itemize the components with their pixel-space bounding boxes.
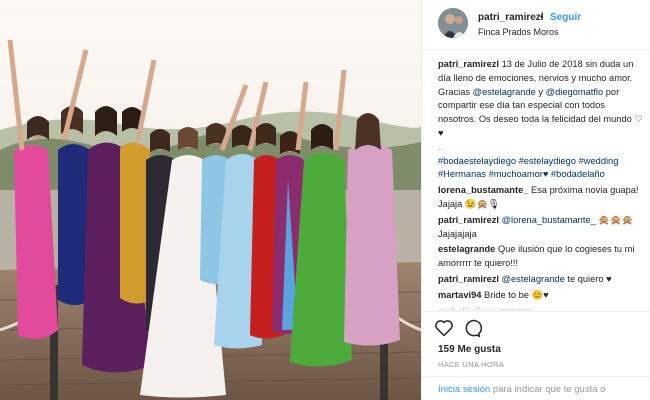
- comment-icon: [465, 319, 482, 338]
- post-timestamp: HACE UNA HORA: [438, 360, 504, 369]
- caption: patri_ramirezl 13 de Julio de 2018 sin d…: [438, 58, 643, 182]
- comment-item: patri_ramirezl @lorena_bustamante_ 🙊🙊🙊 J…: [438, 214, 643, 242]
- post-photo[interactable]: [0, 0, 421, 400]
- comment-mention[interactable]: @lorena_bustamante_: [502, 215, 596, 225]
- comment-username[interactable]: patri_ramirezl: [438, 215, 499, 225]
- profile-avatar[interactable]: [438, 8, 468, 38]
- caption-ellipsis: ..: [438, 141, 444, 152]
- comment-mention[interactable]: @estelagrande: [502, 274, 565, 284]
- header-username[interactable]: patri_ramirezl: [478, 12, 544, 23]
- caption-mention[interactable]: @estelagrande: [473, 87, 536, 97]
- comment-username[interactable]: patri_ramirezl: [438, 274, 499, 284]
- comments-list[interactable]: patri_ramirezl 13 de Julio de 2018 sin d…: [438, 58, 643, 311]
- likes-count[interactable]: 159 Me gusta: [438, 344, 501, 355]
- comment-username[interactable]: estelagrande: [438, 244, 495, 254]
- caption-connector: y: [535, 86, 546, 97]
- comment-button[interactable]: [462, 318, 482, 338]
- post-actions: 159 Me gusta HACE UNA HORA Inicia sesión…: [422, 311, 650, 400]
- caption-username[interactable]: patri_ramirezl: [438, 59, 499, 69]
- login-prompt: Inicia sesión para indicar que te gusta …: [422, 376, 650, 400]
- wedding-group-photo: [0, 0, 421, 400]
- like-button[interactable]: [434, 318, 454, 338]
- comment-item: estelagrande Que ilusión que lo cogieses…: [438, 243, 643, 271]
- post-side-panel: patri_ramirezl • Seguir Finca Prados Mor…: [421, 0, 650, 400]
- comment-username[interactable]: lorena_bustamante_: [438, 185, 528, 195]
- follow-button[interactable]: Seguir: [550, 12, 581, 23]
- post-header: patri_ramirezl • Seguir Finca Prados Mor…: [422, 0, 650, 50]
- login-text: para indicar que te gusta o: [490, 384, 606, 395]
- comment-item: lorena_bustamante_ Esa próxima novia gua…: [438, 184, 643, 212]
- comment-text: Bride to be 😊♥: [484, 289, 549, 300]
- comment-text: te quiero ♥: [564, 273, 612, 284]
- caption-hashtags[interactable]: #bodaestelaydiego #estelaydiego #wedding…: [438, 156, 618, 180]
- scroll-fade: [438, 301, 643, 311]
- instagram-post: patri_ramirezl • Seguir Finca Prados Mor…: [0, 0, 650, 400]
- location-link[interactable]: Finca Prados Moros: [478, 27, 559, 37]
- separator-dot: •: [540, 12, 544, 23]
- login-link[interactable]: Inicia sesión: [438, 384, 490, 395]
- comment-item: patri_ramirezl @estelagrande te quiero ♥: [438, 273, 643, 287]
- caption-mention[interactable]: @diegomatflo: [546, 87, 604, 97]
- heart-icon: [435, 320, 453, 337]
- avatar-icon: [438, 8, 468, 38]
- comment-username[interactable]: martavi94: [438, 290, 481, 300]
